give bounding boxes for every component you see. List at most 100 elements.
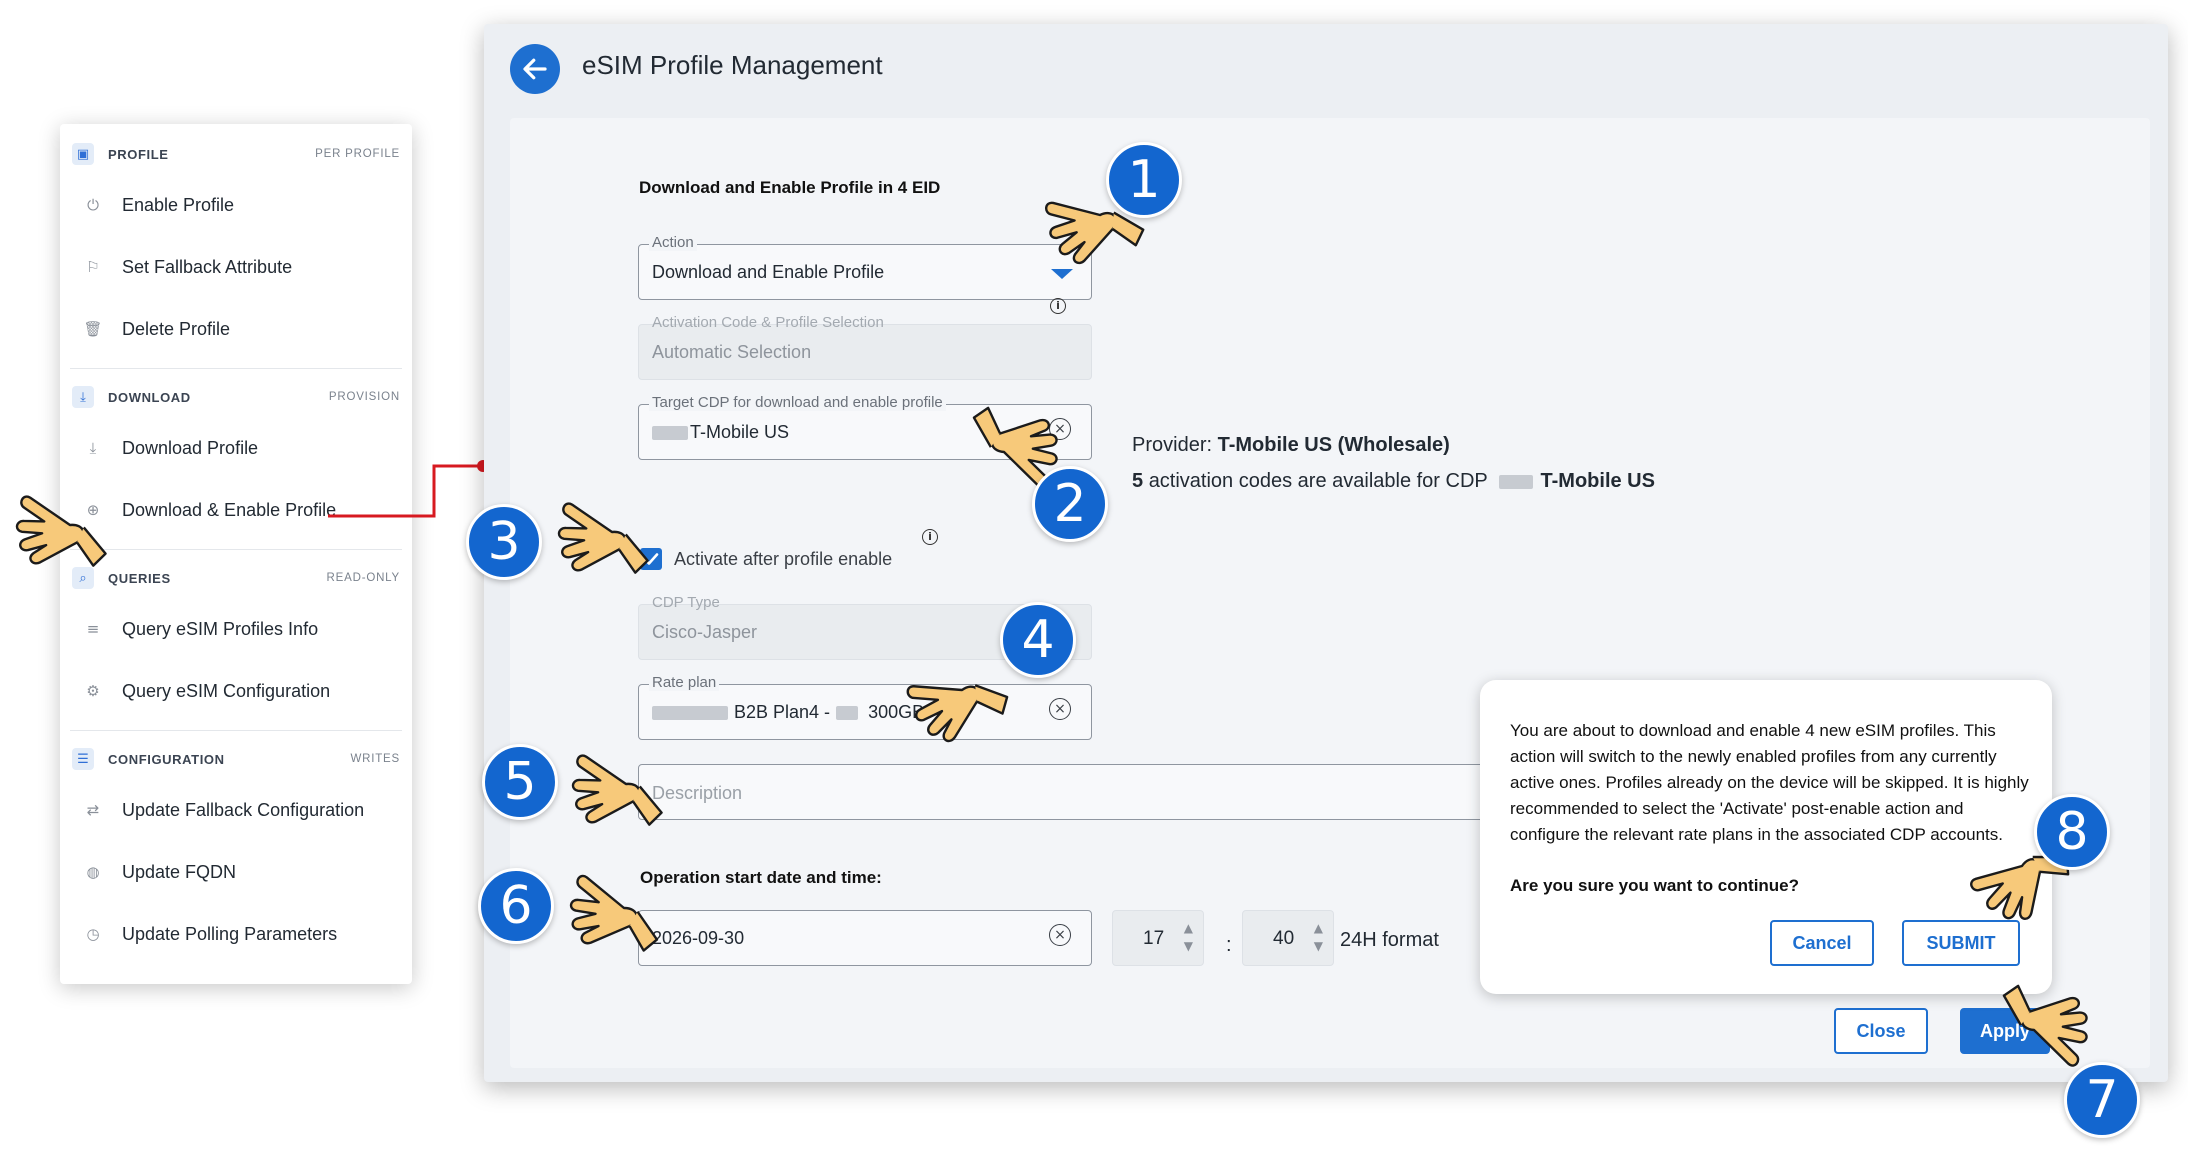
menu-item-label: Query eSIM Profiles Info bbox=[122, 618, 319, 639]
menu-section-title: CONFIGURATION bbox=[108, 751, 225, 767]
operation-date-input[interactable]: 2026-09-30 × bbox=[638, 910, 1092, 966]
confirm-popup: You are about to download and enable 4 n… bbox=[1480, 680, 2052, 994]
menu-section-title: PROFILE bbox=[108, 146, 169, 162]
target-cdp-value-wrap: T-Mobile US bbox=[652, 422, 789, 443]
provider-prefix: Provider: bbox=[1132, 434, 1213, 456]
dialog-header: eSIM Profile Management bbox=[484, 24, 2168, 116]
redacted-block bbox=[1498, 474, 1533, 489]
operation-date-value: 2026-09-30 bbox=[652, 928, 745, 948]
search-icon: ⌕ bbox=[72, 567, 94, 589]
spinner-arrows-icon[interactable]: ▲ ▼ bbox=[1314, 919, 1323, 955]
back-button[interactable] bbox=[510, 44, 560, 94]
swap-icon: ⇄ bbox=[86, 801, 100, 819]
activate-checkbox[interactable] bbox=[640, 548, 662, 570]
menu-item-delete-profile[interactable]: 🗑 Delete Profile bbox=[70, 298, 402, 360]
check-icon bbox=[643, 553, 659, 565]
hour-value: 17 bbox=[1143, 928, 1165, 949]
menu-item-update-fqdn[interactable]: ◍ Update FQDN bbox=[70, 841, 402, 903]
settings-search-icon: ⚙ bbox=[86, 682, 100, 700]
menu-item-label: Set Fallback Attribute bbox=[122, 256, 293, 277]
codes-count: 5 bbox=[1132, 470, 1144, 492]
info-icon[interactable]: i bbox=[1050, 298, 1066, 314]
rate-plan-value-wrap: B2B Plan4 - 300GB bbox=[652, 702, 924, 723]
close-button[interactable]: Close bbox=[1834, 1008, 1928, 1054]
activation-codes-info: 5 activation codes are available for CDP… bbox=[1132, 470, 1655, 493]
cdp-type-label: CDP Type bbox=[652, 594, 720, 611]
menu-item-download-enable-profile[interactable]: ⊕ Download & Enable Profile bbox=[70, 479, 402, 541]
provider-info: Provider: T-Mobile US (Wholesale) bbox=[1132, 434, 1450, 457]
menu-section-queries: ⌕ QUERIES READ-ONLY bbox=[70, 558, 402, 598]
clear-icon[interactable]: × bbox=[1049, 418, 1071, 440]
action-select[interactable]: Action Download and Enable Profile bbox=[638, 234, 1092, 300]
menu-item-set-fallback-attribute[interactable]: ⚐ Set Fallback Attribute bbox=[70, 236, 402, 298]
hour-stepper[interactable]: 17 ▲ ▼ bbox=[1112, 910, 1204, 966]
menu-item-update-fallback-configuration[interactable]: ⇄ Update Fallback Configuration bbox=[70, 779, 402, 841]
submit-button[interactable]: SUBMIT bbox=[1902, 920, 2020, 966]
list-search-icon: ≡ bbox=[86, 620, 100, 638]
confirm-question: Are you sure you want to continue? bbox=[1510, 876, 1800, 895]
step-marker-7: 7 bbox=[2064, 1062, 2140, 1138]
info-icon[interactable]: i bbox=[922, 529, 938, 545]
clear-icon[interactable]: × bbox=[1049, 698, 1071, 720]
action-menu: ▣ PROFILE PER PROFILE ⏻ Enable Profile ⚐… bbox=[60, 124, 412, 984]
redacted-block bbox=[836, 706, 859, 721]
step-marker-6: 6 bbox=[478, 868, 554, 944]
target-cdp-value: T-Mobile US bbox=[690, 422, 790, 442]
sliders-icon: ☰ bbox=[72, 748, 94, 770]
menu-section-configuration: ☰ CONFIGURATION WRITES bbox=[70, 739, 402, 779]
menu-item-query-esim-configuration[interactable]: ⚙ Query eSIM Configuration bbox=[70, 660, 402, 722]
step-marker-4: 4 bbox=[1000, 602, 1076, 678]
menu-divider bbox=[70, 368, 402, 369]
download-circle-icon: ⊕ bbox=[86, 501, 100, 519]
codes-cdp: T-Mobile US bbox=[1540, 470, 1655, 492]
time-separator: : bbox=[1226, 934, 1232, 956]
menu-item-enable-profile[interactable]: ⏻ Enable Profile bbox=[70, 174, 402, 236]
trash-icon: 🗑 bbox=[83, 320, 103, 338]
provider-name: T-Mobile US (Wholesale) bbox=[1217, 434, 1450, 456]
redacted-block bbox=[652, 706, 728, 721]
step-marker-3: 3 bbox=[466, 504, 542, 580]
download-icon: ⤓ bbox=[89, 439, 97, 457]
arrow-left-icon bbox=[523, 58, 547, 80]
rate-plan-part1: B2B Plan4 - bbox=[734, 702, 831, 722]
rate-plan-part2: 300GB bbox=[868, 702, 925, 722]
rate-plan-select[interactable]: Rate plan B2B Plan4 - 300GB × bbox=[638, 674, 1092, 740]
target-cdp-label: Target CDP for download and enable profi… bbox=[649, 394, 946, 411]
menu-section-tag: PER PROFILE bbox=[315, 148, 400, 160]
step-marker-5: 5 bbox=[482, 744, 558, 820]
menu-divider bbox=[70, 549, 402, 550]
rate-plan-label: Rate plan bbox=[649, 674, 720, 691]
menu-item-label: Delete Profile bbox=[122, 318, 231, 339]
menu-section-download: ⤓ DOWNLOAD PROVISION bbox=[70, 377, 402, 417]
minute-stepper[interactable]: 40 ▲ ▼ bbox=[1242, 910, 1334, 966]
menu-item-label: Query eSIM Configuration bbox=[122, 680, 331, 701]
target-cdp-select[interactable]: Target CDP for download and enable profi… bbox=[638, 394, 1092, 460]
menu-item-query-esim-profiles-info[interactable]: ≡ Query eSIM Profiles Info bbox=[70, 598, 402, 660]
download-icon: ⤓ bbox=[72, 386, 94, 408]
menu-item-update-polling-parameters[interactable]: ◷ Update Polling Parameters bbox=[70, 903, 402, 965]
confirm-message: You are about to download and enable 4 n… bbox=[1510, 721, 2029, 844]
menu-section-title: QUERIES bbox=[108, 570, 171, 586]
power-icon: ⏻ bbox=[87, 196, 99, 214]
menu-item-label: Update Polling Parameters bbox=[122, 923, 338, 944]
menu-item-label: Update FQDN bbox=[122, 861, 237, 882]
step-marker-8: 8 bbox=[2034, 794, 2110, 870]
minute-value: 40 bbox=[1273, 928, 1295, 949]
menu-section-tag: PROVISION bbox=[328, 391, 400, 403]
redacted-block bbox=[652, 426, 688, 441]
menu-section-tag: READ-ONLY bbox=[326, 572, 400, 584]
cancel-button[interactable]: Cancel bbox=[1770, 920, 1874, 966]
step-marker-1: 1 bbox=[1106, 142, 1182, 218]
spinner-arrows-icon[interactable]: ▲ ▼ bbox=[1184, 919, 1193, 955]
sim-card-icon: ▣ bbox=[72, 143, 94, 165]
apply-button[interactable]: Apply bbox=[1960, 1008, 2050, 1054]
menu-section-profile: ▣ PROFILE PER PROFILE bbox=[70, 134, 402, 174]
action-label: Action bbox=[649, 234, 697, 251]
clear-icon[interactable]: × bbox=[1049, 924, 1071, 946]
clock-icon: ◷ bbox=[86, 925, 100, 943]
menu-item-label: Enable Profile bbox=[122, 194, 235, 215]
menu-item-download-profile[interactable]: ⤓ Download Profile bbox=[70, 417, 402, 479]
cdp-type-value: Cisco-Jasper bbox=[652, 622, 758, 642]
activation-label: Activation Code & Profile Selection bbox=[652, 314, 884, 331]
operation-start-label: Operation start date and time: bbox=[640, 868, 882, 887]
